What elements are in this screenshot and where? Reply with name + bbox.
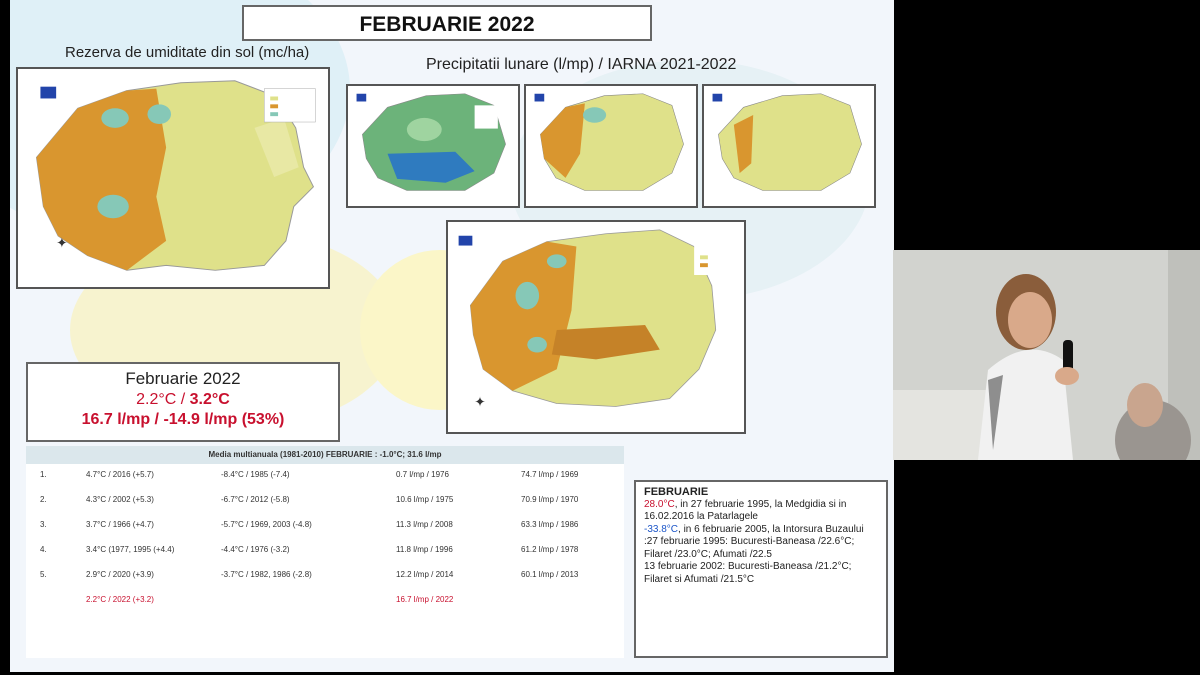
- record-cold-text: , in 6 februarie 2005, la Intorsura Buza…: [678, 523, 864, 535]
- record-cold: -33.8°C, in 6 februarie 2005, la Intorsu…: [644, 524, 878, 537]
- coldest-cell: -6.7°C / 2012 (-5.8): [221, 495, 290, 504]
- warmest-cell: 4.3°C / 2002 (+5.3): [86, 495, 154, 504]
- month-summary-box: Februarie 2022 2.2°C / 3.2°C 16.7 l/mp /…: [26, 362, 340, 442]
- record-line-4: 13 februarie 2002: Bucuresti-Baneasa /21…: [644, 561, 852, 585]
- warmest-cell: 3.7°C / 1966 (+4.7): [86, 520, 154, 529]
- wettest-cell: 63.3 l/mp / 1986: [521, 520, 579, 529]
- record-hot-value: 28.0°C: [644, 498, 675, 510]
- svg-text:✦: ✦: [56, 236, 68, 252]
- coldest-cell: -3.7°C / 1982, 1986 (-2.8): [221, 570, 312, 579]
- driest-cell: 12.2 l/mp / 2014: [396, 570, 454, 579]
- summary-precipitation: 16.7 l/mp / -14.9 l/mp (53%): [81, 411, 285, 428]
- coldest-cell: -4.4°C / 1976 (-3.2): [221, 545, 290, 554]
- current-precip-cell: 16.7 l/mp / 2022: [396, 595, 454, 604]
- summary-month: Februarie 2022: [125, 369, 241, 388]
- extremes-table: Media multianuala (1981-2010) FEBRUARIE …: [26, 446, 624, 658]
- current-warm-cell: 2.2°C / 2022 (+3.2): [86, 595, 154, 604]
- table-row: 4. 3.4°C (1977, 1995 (+4.4) -4.4°C / 197…: [26, 539, 624, 564]
- row-index: 2.: [40, 495, 47, 504]
- coldest-cell: -8.4°C / 1985 (-7.4): [221, 470, 290, 479]
- summary-temp-anomaly: 3.2°C: [189, 391, 230, 408]
- row-index: 3.: [40, 520, 47, 529]
- row-index: 1.: [40, 470, 47, 479]
- driest-cell: 10.6 l/mp / 1975: [396, 495, 454, 504]
- record-hot-text: , in 27 februarie 1995, la Medgidia si i…: [644, 498, 847, 523]
- warmest-cell: 4.7°C / 2016 (+5.7): [86, 470, 154, 479]
- record-hot: 28.0°C, in 27 februarie 1995, la Medgidi…: [644, 499, 878, 524]
- wettest-cell: 60.1 l/mp / 2013: [521, 570, 579, 579]
- precipitation-map-january: [524, 84, 698, 208]
- wettest-cell: 70.9 l/mp / 1970: [521, 495, 579, 504]
- records-box: FEBRUARIE 28.0°C, in 27 februarie 1995, …: [634, 480, 888, 658]
- summary-temp-value: 2.2°C /: [136, 391, 190, 408]
- table-row: 1. 4.7°C / 2016 (+5.7) -8.4°C / 1985 (-7…: [26, 464, 624, 489]
- slide-title: FEBRUARIE 2022: [242, 5, 652, 41]
- precipitation-map-winter: ✦: [446, 220, 746, 434]
- wettest-cell: 74.7 l/mp / 1969: [521, 470, 579, 479]
- table-row: 2. 4.3°C / 2002 (+5.3) -6.7°C / 2012 (-5…: [26, 489, 624, 514]
- table-header: Media multianuala (1981-2010) FEBRUARIE …: [26, 446, 624, 464]
- records-heading: FEBRUARIE: [644, 486, 709, 498]
- driest-cell: 0.7 l/mp / 1976: [396, 470, 449, 479]
- table-row: 5. 2.9°C / 2020 (+3.9) -3.7°C / 1982, 19…: [26, 564, 624, 589]
- record-cold-value: -33.8°C: [644, 523, 679, 535]
- svg-text:✦: ✦: [474, 394, 486, 410]
- precipitation-map-december: [346, 84, 520, 208]
- row-index: 5.: [40, 570, 47, 579]
- summary-temperature: 2.2°C / 3.2°C: [28, 391, 338, 409]
- soil-moisture-map: ✦: [16, 67, 330, 289]
- driest-cell: 11.3 l/mp / 2008: [396, 520, 453, 529]
- table-row: 2.2°C / 2022 (+3.2) 16.7 l/mp / 2022: [26, 589, 624, 614]
- driest-cell: 11.8 l/mp / 1996: [396, 545, 453, 554]
- record-line-3: :27 februarie 1995: Bucuresti-Baneasa /2…: [644, 536, 855, 560]
- precipitation-map-february: [702, 84, 876, 208]
- warmest-cell: 2.9°C / 2020 (+3.9): [86, 570, 154, 579]
- table-row: 3. 3.7°C / 1966 (+4.7) -5.7°C / 1969, 20…: [26, 514, 624, 539]
- row-index: 4.: [40, 545, 47, 554]
- speaker-video: [893, 250, 1200, 460]
- soil-moisture-caption: Rezerva de umiditate din sol (mc/ha): [65, 44, 310, 61]
- presentation-slide: FEBRUARIE 2022 Rezerva de umiditate din …: [10, 0, 894, 672]
- precipitation-caption: Precipitatii lunare (l/mp) / IARNA 2021-…: [426, 56, 737, 73]
- warmest-cell: 3.4°C (1977, 1995 (+4.4): [86, 545, 175, 554]
- wettest-cell: 61.2 l/mp / 1978: [521, 545, 579, 554]
- coldest-cell: -5.7°C / 1969, 2003 (-4.8): [221, 520, 312, 529]
